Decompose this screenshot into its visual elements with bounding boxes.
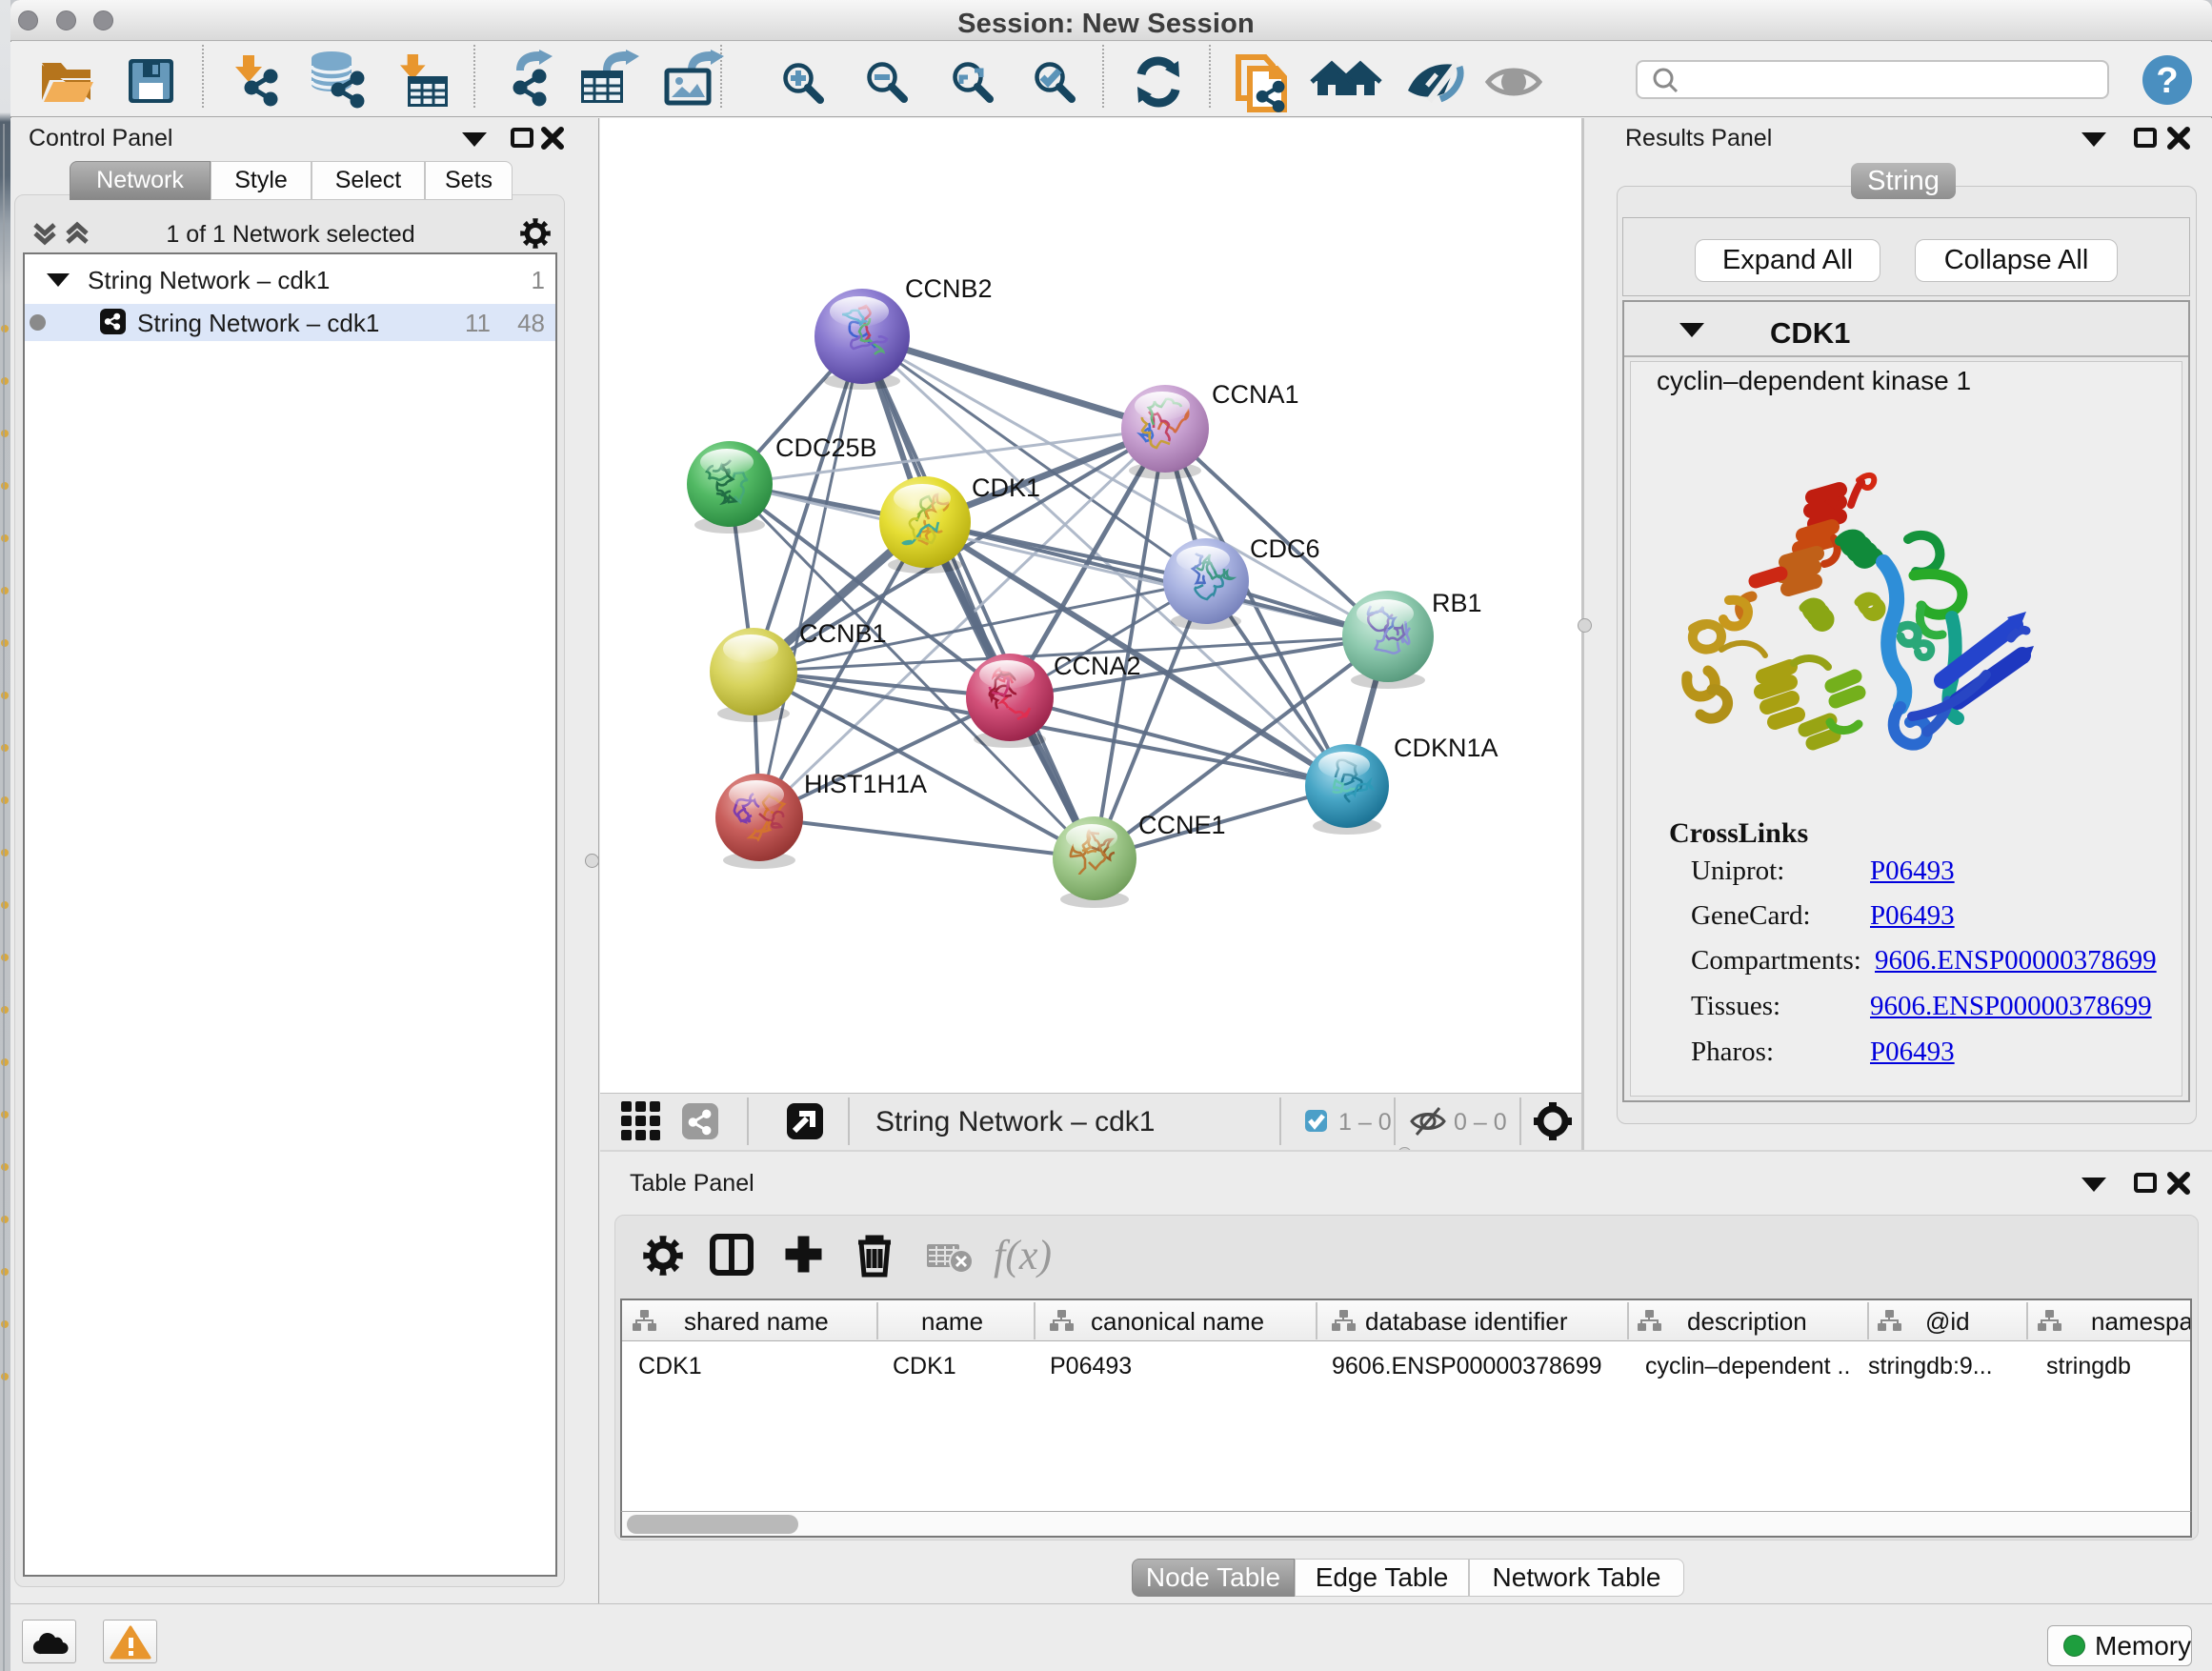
svg-text:1 – 0: 1 – 0 (1338, 1109, 1392, 1136)
svg-text:String Network – cdk1: String Network – cdk1 (875, 1106, 1155, 1137)
svg-text:database identifier: database identifier (1365, 1307, 1568, 1336)
svg-text:CCNB2: CCNB2 (905, 274, 993, 303)
svg-text:description: description (1687, 1307, 1807, 1336)
svg-text:f(x): f(x) (994, 1232, 1052, 1278)
svg-text:@id: @id (1925, 1307, 1970, 1336)
svg-text:HIST1H1A: HIST1H1A (804, 770, 927, 798)
svg-text:CCNA2: CCNA2 (1054, 652, 1141, 680)
svg-text:namespac: namespac (2091, 1307, 2190, 1336)
svg-text:CCNA1: CCNA1 (1212, 380, 1299, 409)
svg-text:CCNB1: CCNB1 (799, 619, 887, 648)
svg-text:0 – 0: 0 – 0 (1454, 1109, 1507, 1136)
svg-text:name: name (921, 1307, 983, 1336)
svg-text:CDKN1A: CDKN1A (1394, 734, 1498, 762)
svg-text:CCNE1: CCNE1 (1138, 811, 1226, 839)
svg-text:canonical name: canonical name (1091, 1307, 1264, 1336)
svg-text:CDC6: CDC6 (1250, 534, 1320, 563)
svg-text:RB1: RB1 (1432, 589, 1482, 617)
svg-text:shared name: shared name (684, 1307, 829, 1336)
svg-text:CDC25B: CDC25B (775, 433, 877, 462)
svg-text:?: ? (2156, 61, 2178, 101)
svg-text:CDK1: CDK1 (972, 473, 1040, 502)
